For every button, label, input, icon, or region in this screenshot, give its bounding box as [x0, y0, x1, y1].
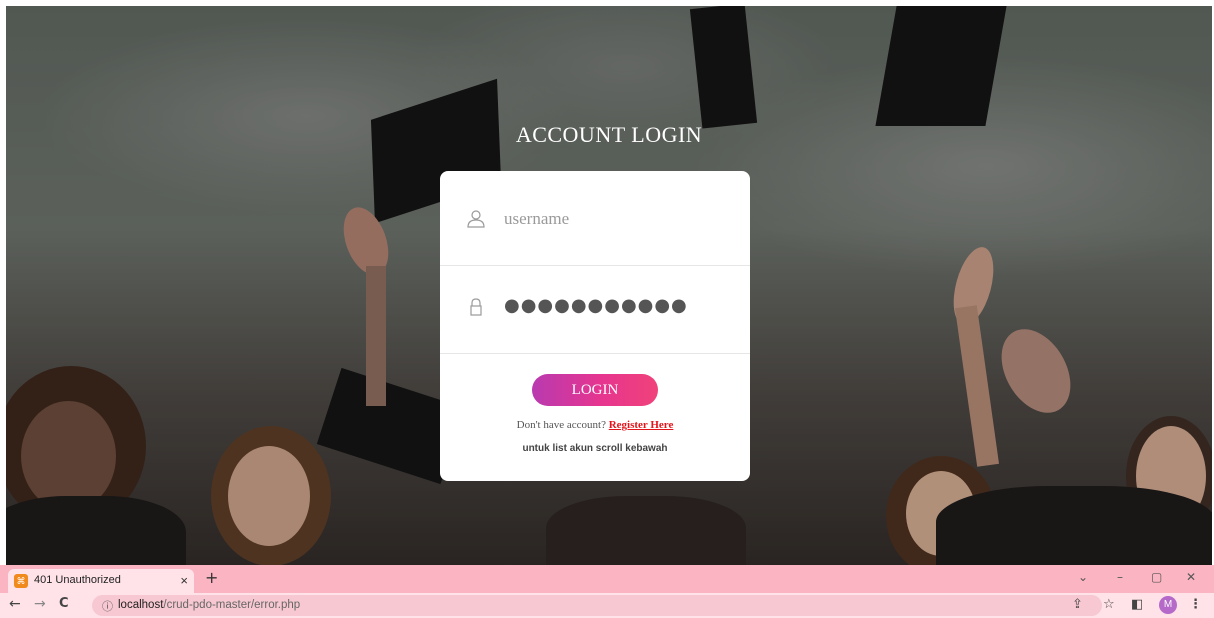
restore-button[interactable]: ▢: [1151, 570, 1162, 584]
xampp-favicon-icon: ⌘: [14, 574, 28, 588]
back-icon[interactable]: ←: [9, 596, 21, 612]
url-host: localhost: [118, 599, 164, 611]
username-row[interactable]: username: [440, 177, 750, 266]
tab-close-icon[interactable]: ×: [180, 573, 188, 588]
page-title: ACCOUNT LOGIN: [515, 122, 703, 147]
account-list-hint: untuk list akun scroll kebawah: [522, 443, 668, 454]
browser-toolbar: ← → C ⓘ localhost/crud-pdo-master/error.…: [0, 593, 1214, 618]
tab-search-dropdown-icon[interactable]: ⌄: [1078, 570, 1088, 584]
reload-icon[interactable]: C: [59, 596, 69, 611]
register-prompt: Don't have account? Register Here: [440, 419, 750, 431]
password-input[interactable]: ●●●●●●●●●●●: [504, 295, 688, 316]
new-tab-button[interactable]: +: [205, 568, 218, 587]
url-text[interactable]: localhost/crud-pdo-master/error.php: [118, 599, 300, 611]
tab-title: 401 Unauthorized: [34, 574, 121, 586]
user-icon: [466, 209, 486, 229]
password-row[interactable]: ●●●●●●●●●●●: [440, 265, 750, 354]
url-path: /crud-pdo-master/error.php: [163, 599, 301, 611]
browser-tab[interactable]: ⌘ 401 Unauthorized ×: [8, 569, 194, 593]
menu-icon[interactable]: ⋮: [1189, 597, 1202, 612]
login-card: username ●●●●●●●●●●● LOGIN Don't have ac…: [440, 171, 750, 481]
bookmark-star-icon[interactable]: ☆: [1103, 597, 1115, 612]
lock-icon: [466, 297, 486, 317]
side-panel-icon[interactable]: ◧: [1131, 597, 1143, 612]
minimize-button[interactable]: –: [1117, 570, 1123, 584]
address-bar[interactable]: ⓘ localhost/crud-pdo-master/error.php: [92, 595, 1102, 616]
register-prompt-text: Don't have account?: [516, 419, 606, 431]
close-window-button[interactable]: ✕: [1186, 570, 1196, 584]
profile-avatar[interactable]: M: [1159, 596, 1177, 614]
forward-icon[interactable]: →: [34, 596, 46, 612]
login-button[interactable]: LOGIN: [532, 374, 658, 406]
site-info-icon[interactable]: ⓘ: [102, 598, 113, 614]
username-input[interactable]: username: [504, 209, 569, 229]
browser-tab-bar: ⌘ 401 Unauthorized ×: [0, 565, 1214, 593]
share-icon[interactable]: ⇪: [1072, 597, 1083, 612]
register-link[interactable]: Register Here: [609, 419, 674, 431]
